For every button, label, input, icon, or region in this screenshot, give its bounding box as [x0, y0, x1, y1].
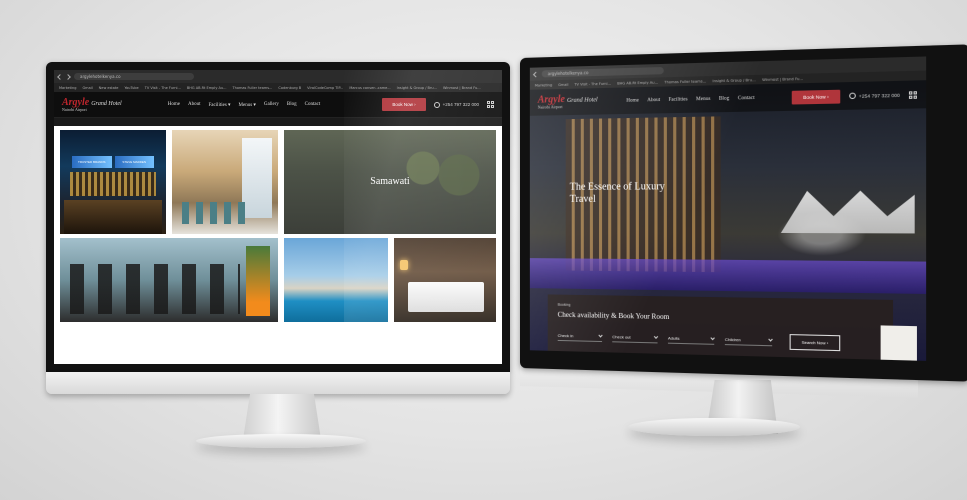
phone-icon [433, 101, 440, 108]
bookmark[interactable]: Thomas Fuller teams... [664, 79, 706, 84]
hero-title: The Essence of Luxury Travel [569, 181, 665, 205]
hero-banner: The Essence of Luxury Travel Booking Che… [529, 80, 927, 361]
bookmark[interactable]: Insight & Group / Bru... [713, 78, 756, 83]
bookmark[interactable]: BHG AB.Rt Emply Au... [617, 80, 658, 85]
menu-item-home[interactable]: Home [626, 98, 639, 103]
bookmark[interactable]: Codenburg B [278, 86, 301, 90]
browser-toolbar: argylehotelkenya.co [54, 70, 502, 83]
check-in-field[interactable]: Check in [557, 332, 603, 342]
back-arrow-icon[interactable] [533, 71, 539, 77]
bar-screen-1: TRUSTED BRANDS [72, 156, 112, 168]
bookmark[interactable]: TV Visit - The Furni... [574, 81, 611, 86]
menu-item-facilities[interactable]: Facilities ▾ [208, 102, 230, 108]
hotel-logo[interactable]: Argyle Grand Hotel Nairobi Airport [62, 96, 122, 112]
bookmarks-bar: Marketing Gmail New estate YouTube TV Vi… [54, 83, 502, 92]
grid-menu-icon[interactable] [908, 90, 917, 99]
menu-item-menus[interactable]: Menus [696, 96, 710, 101]
main-menu: Home About Facilities ▾ Menus ▾ Gallery … [168, 102, 321, 108]
right-monitor-bezel: argylehotelkenya.co Marketing Gmail TV V… [520, 44, 967, 382]
children-select[interactable]: Children [724, 336, 773, 346]
menu-item-home[interactable]: Home [168, 102, 180, 108]
photo-gallery: TRUSTED BRANDS STEVE MADDEN Samawati [54, 126, 502, 364]
bookmark[interactable]: YouTube [124, 86, 138, 90]
logo-suffix: Grand Hotel [566, 97, 598, 105]
children-label: Children [724, 336, 741, 342]
hotel-logo[interactable]: Argyle Grand Hotel Nairobi Airport [537, 94, 598, 110]
address-bar[interactable]: argylehotelkenya.co [74, 73, 194, 80]
bookmark[interactable]: New estate [99, 86, 119, 90]
booking-widget: Booking Check availability & Book Your R… [547, 294, 894, 361]
chevron-down-icon [768, 336, 773, 342]
phone-contact[interactable]: +254 797 322 000 [848, 92, 900, 100]
right-monitor: argylehotelkenya.co Marketing Gmail TV V… [520, 44, 967, 438]
bookmark[interactable]: Gmail [82, 86, 92, 90]
bookmark[interactable]: Winmost | Brand Fu... [762, 76, 803, 81]
check-out-field[interactable]: Check out [612, 333, 659, 343]
gallery-image-gym[interactable] [60, 238, 278, 322]
menu-item-blog[interactable]: Blog [719, 96, 729, 101]
menu-item-facilities[interactable]: Facilities [668, 97, 687, 103]
forward-arrow-icon[interactable] [65, 73, 71, 80]
bookmark[interactable]: Marketing [535, 83, 552, 87]
bookmark[interactable]: BHG AB.Rt Emply Au... [187, 86, 227, 90]
phone-icon [848, 92, 856, 100]
bar-screen-2: STEVE MADDEN [114, 156, 154, 168]
menu-item-contact[interactable]: Contact [305, 102, 321, 108]
bookmark[interactable]: TV Visit - The Furni... [145, 86, 181, 90]
search-now-button[interactable]: Search Now › [789, 334, 841, 352]
bookmark[interactable]: Winmost | Brand Fu... [443, 86, 481, 90]
check-out-label: Check out [612, 333, 631, 340]
bookmark[interactable]: Thomas Fuller teams... [233, 86, 273, 90]
bookmark[interactable]: ViralCodeComp TIP... [307, 86, 343, 90]
gallery-image-bedroom[interactable] [394, 238, 496, 322]
gallery-image-samawati[interactable]: Samawati [284, 130, 496, 234]
gallery-feature-label: Samawati [370, 176, 410, 187]
gallery-image-restaurant[interactable] [172, 130, 278, 234]
chevron-down-icon [653, 334, 659, 339]
back-arrow-icon[interactable] [57, 73, 63, 80]
grid-menu-icon[interactable] [487, 101, 494, 108]
site-header: Argyle Grand Hotel Nairobi Airport Home A… [54, 92, 502, 118]
menu-item-menus[interactable]: Menus ▾ [239, 102, 256, 108]
adults-label: Adults [667, 334, 680, 341]
main-menu: Home About Facilities Menus Blog Contact [626, 95, 754, 103]
menu-item-contact[interactable]: Contact [738, 95, 755, 101]
left-monitor-chin [46, 372, 510, 394]
bookmark[interactable]: Marcus consen..came... [349, 86, 390, 90]
bookmark[interactable]: Insight & Group / Bru... [397, 86, 437, 90]
logo-brand: Argyle [62, 96, 90, 108]
book-now-button[interactable]: Book Now › [792, 89, 840, 104]
bookmark[interactable]: Gmail [558, 82, 568, 86]
menu-item-about[interactable]: About [647, 97, 660, 102]
menu-item-about[interactable]: About [188, 102, 201, 108]
book-now-button[interactable]: Book Now › [382, 98, 426, 111]
right-monitor-base [628, 418, 800, 436]
logo-location: Nairobi Airport [62, 106, 87, 112]
left-monitor: argylehotelkenya.co Marketing Gmail New … [46, 62, 510, 448]
logo-suffix: Grand Hotel [91, 100, 122, 107]
menu-item-gallery[interactable]: Gallery [264, 102, 279, 108]
chevron-down-icon [598, 332, 603, 338]
address-bar[interactable]: argylehotelkenya.co [541, 66, 664, 78]
phone-contact[interactable]: +254 797 322 000 [433, 101, 479, 108]
chevron-down-icon [710, 335, 715, 340]
right-screen: argylehotelkenya.co Marketing Gmail TV V… [529, 56, 927, 361]
booking-heading: Check availability & Book Your Room [557, 310, 670, 322]
check-in-label: Check in [557, 332, 574, 338]
menu-item-blog[interactable]: Blog [287, 102, 297, 108]
adults-select[interactable]: Adults [667, 334, 715, 345]
bookmark[interactable]: Marketing [59, 86, 76, 90]
side-panel [880, 325, 917, 361]
gallery-image-pool[interactable] [284, 238, 388, 322]
logo-location: Nairobi Airport [537, 104, 563, 110]
phone-number: +254 797 322 000 [442, 102, 479, 107]
left-monitor-base [196, 434, 366, 448]
phone-number: +254 797 322 000 [858, 92, 900, 99]
gallery-image-bar[interactable]: TRUSTED BRANDS STEVE MADDEN [60, 130, 166, 234]
left-screen: argylehotelkenya.co Marketing Gmail New … [54, 70, 502, 364]
